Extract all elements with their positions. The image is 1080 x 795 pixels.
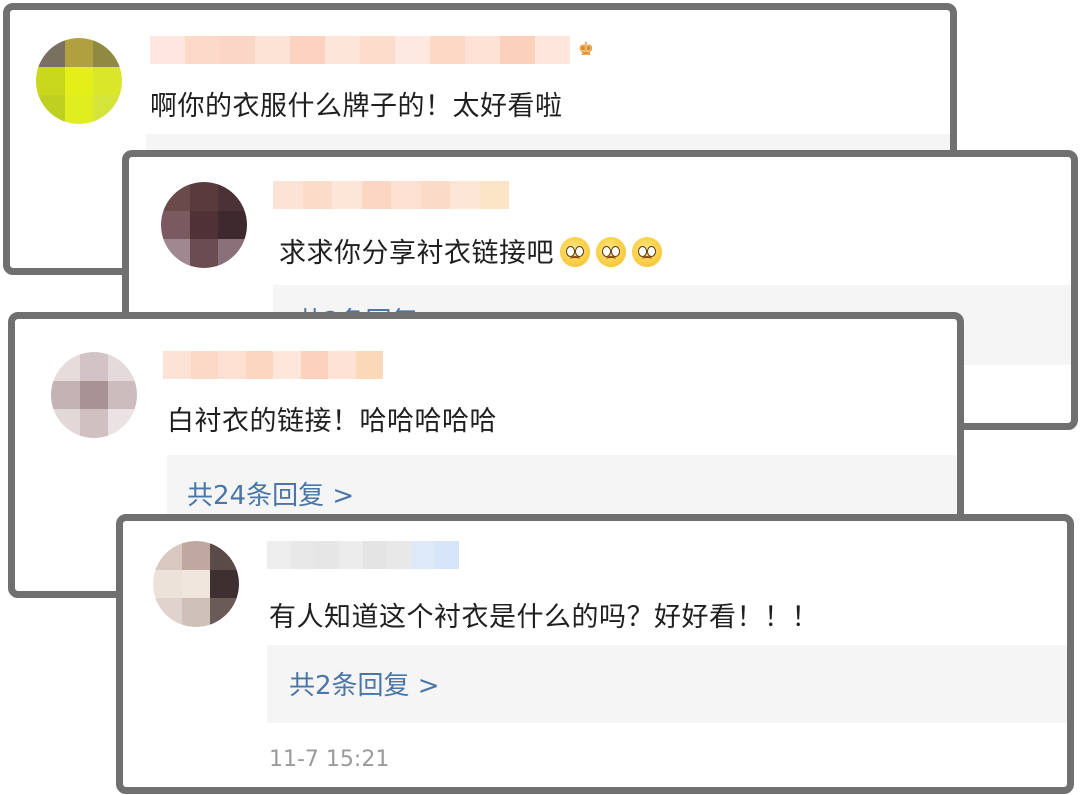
avatar-mosaic-tile: [218, 210, 247, 240]
username-mosaic-tile: [291, 541, 315, 569]
avatar-mosaic-tile: [181, 598, 211, 627]
username-mosaic-tile: [190, 351, 218, 379]
username-mosaic-tile: [267, 541, 291, 569]
username-mosaic-tile: [332, 181, 362, 209]
avatar-mosaic-tile: [64, 95, 94, 124]
username-mosaic-tile: [435, 541, 459, 569]
username-mosaic-tile: [395, 36, 430, 64]
crown-badge-icon: ♚: [577, 39, 595, 60]
comment-text: 求求你分享衬衣链接吧: [279, 231, 662, 270]
avatar-mosaic-tile: [79, 409, 109, 438]
username-blurred[interactable]: [163, 351, 383, 379]
username-mosaic-tile: [363, 541, 387, 569]
avatar-mosaic-tile: [181, 541, 211, 570]
username-mosaic-tile: [355, 351, 383, 379]
username-mosaic-tile: [328, 351, 356, 379]
avatar[interactable]: [161, 182, 247, 268]
username-blurred[interactable]: [150, 36, 570, 64]
avatar-mosaic-tile: [108, 380, 137, 410]
avatar-mosaic-tile: [161, 210, 190, 240]
avatar-mosaic-tile: [93, 66, 122, 96]
avatar-mosaic-tile: [51, 380, 80, 410]
reply-count-link[interactable]: 共2条回复 >: [289, 665, 440, 702]
avatar-mosaic-tile: [93, 38, 122, 67]
username-mosaic-tile: [302, 181, 332, 209]
username-mosaic-tile: [220, 36, 255, 64]
avatar-mosaic-tile: [210, 541, 239, 570]
username-mosaic-tile: [535, 36, 570, 64]
username-mosaic-tile: [273, 351, 301, 379]
username-mosaic-tile: [315, 541, 339, 569]
avatar-mosaic-tile: [36, 38, 65, 67]
comment-card-4: 有人知道这个衬衣是什么的吗？好好看！！！ 共2条回复 > 11-7 15:21: [116, 514, 1074, 794]
avatar-mosaic-tile: [79, 380, 109, 410]
avatar-mosaic-tile: [189, 210, 219, 240]
username-mosaic-tile: [479, 181, 509, 209]
avatar-mosaic-tile: [79, 352, 109, 381]
comment-text-content: 求求你分享衬衣链接吧: [279, 238, 554, 269]
username-mosaic-tile: [361, 181, 391, 209]
username-mosaic-tile: [391, 181, 421, 209]
username-mosaic-tile: [163, 351, 191, 379]
avatar-mosaic-tile: [218, 239, 247, 268]
avatar[interactable]: [51, 352, 137, 438]
avatar-mosaic-tile: [36, 66, 65, 96]
avatar-mosaic-tile: [210, 569, 239, 599]
avatar-mosaic-tile: [36, 95, 65, 124]
username-mosaic-tile: [465, 36, 500, 64]
avatar-mosaic-tile: [189, 182, 219, 211]
username-mosaic-tile: [273, 181, 303, 209]
sad-face-emoji-icon: [560, 237, 590, 267]
username-mosaic-tile: [360, 36, 395, 64]
sad-face-emoji-icon: [632, 237, 662, 267]
avatar-mosaic-tile: [153, 598, 182, 627]
avatar-mosaic-tile: [153, 569, 182, 599]
username-mosaic-tile: [300, 351, 328, 379]
username-blurred[interactable]: [273, 181, 509, 209]
username-mosaic-tile: [500, 36, 535, 64]
username-blurred[interactable]: [267, 541, 459, 569]
username-mosaic-tile: [325, 36, 360, 64]
avatar-mosaic-tile: [64, 66, 94, 96]
username-mosaic-tile: [218, 351, 246, 379]
avatar[interactable]: [153, 541, 239, 627]
avatar-mosaic-tile: [153, 541, 182, 570]
avatar-mosaic-tile: [108, 352, 137, 381]
username-mosaic-tile: [411, 541, 435, 569]
sad-face-emoji-icon: [596, 237, 626, 267]
avatar[interactable]: [36, 38, 122, 124]
username-mosaic-tile: [185, 36, 220, 64]
avatar-mosaic-tile: [51, 352, 80, 381]
avatar-mosaic-tile: [181, 569, 211, 599]
username-mosaic-tile: [339, 541, 363, 569]
username-mosaic-tile: [245, 351, 273, 379]
reply-box: 共2条回复 >: [267, 645, 1067, 723]
comment-timestamp: 11-7 15:21: [269, 747, 390, 772]
username-mosaic-tile: [387, 541, 411, 569]
comment-text: 白衬衣的链接！哈哈哈哈哈: [167, 406, 497, 437]
avatar-mosaic-tile: [64, 38, 94, 67]
avatar-mosaic-tile: [51, 409, 80, 438]
username-mosaic-tile: [290, 36, 325, 64]
avatar-mosaic-tile: [108, 409, 137, 438]
avatar-mosaic-tile: [210, 598, 239, 627]
username-mosaic-tile: [430, 36, 465, 64]
username-mosaic-tile: [255, 36, 290, 64]
username-mosaic-tile: [150, 36, 185, 64]
username-mosaic-tile: [450, 181, 480, 209]
avatar-mosaic-tile: [161, 239, 190, 268]
comment-text: 有人知道这个衬衣是什么的吗？好好看！！！: [269, 602, 819, 633]
comment-text: 啊你的衣服什么牌子的！太好看啦: [150, 91, 563, 122]
avatar-mosaic-tile: [161, 182, 190, 211]
reply-count-link[interactable]: 共24条回复 >: [187, 475, 354, 512]
avatar-mosaic-tile: [93, 95, 122, 124]
avatar-mosaic-tile: [218, 182, 247, 211]
avatar-mosaic-tile: [189, 239, 219, 268]
username-mosaic-tile: [420, 181, 450, 209]
